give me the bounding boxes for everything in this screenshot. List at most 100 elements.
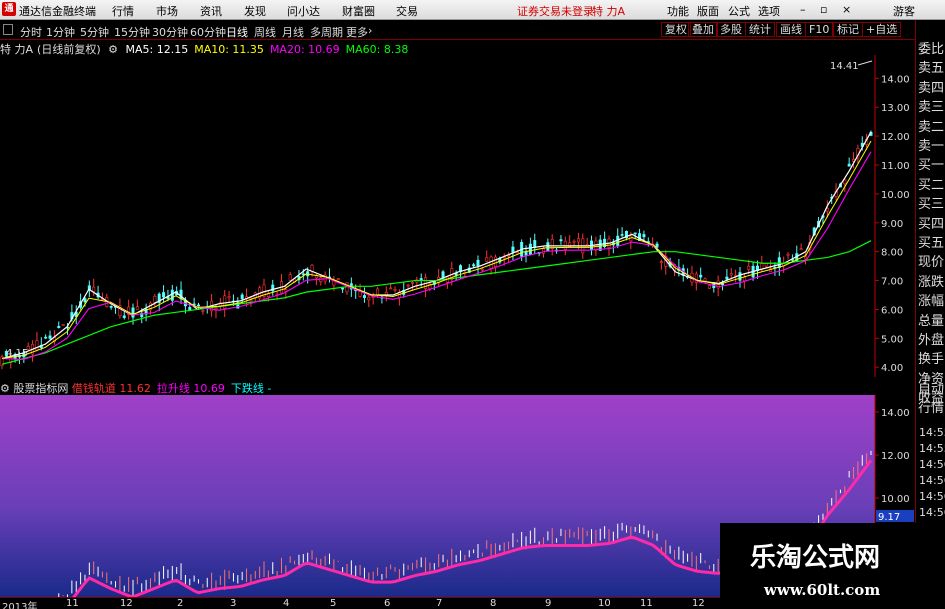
main-price-chart[interactable]: 14.00 13.00 12.00 11.00 10.00 9.00 8.00 7.00 6.0… (0, 55, 915, 377)
candle-body (367, 296, 371, 301)
candle-body (699, 274, 703, 278)
date-axis-label: 5 (330, 598, 337, 609)
candle-body (480, 268, 484, 271)
candle-body (764, 263, 768, 267)
quote-field-label: 行情 (918, 401, 945, 416)
quote-side-panel: 委比 卖五 卖四 卖三 卖二 卖一 买一 买二 买三 买四 买五 现价 涨跌 涨幅 总量 外盘 换手 净资 收益 自动… (915, 20, 945, 609)
menu-trade[interactable]: 交易 (396, 3, 418, 19)
period-tab-monthly[interactable]: 月线 (282, 24, 304, 40)
low-price-label: 4.15 (6, 348, 28, 359)
candle-body (301, 273, 305, 276)
menu-formula[interactable]: 公式 (728, 3, 750, 19)
date-axis-label: 10 (598, 598, 611, 609)
candle-body (227, 296, 231, 299)
candle-body (803, 256, 807, 260)
indicator-axis-label: 10.00 (881, 494, 910, 505)
period-tab-1min[interactable]: 1分钟 (46, 24, 75, 40)
indicator-axis-label: 14.00 (881, 408, 910, 419)
candle-body (541, 248, 545, 254)
quote-field-label: 卖一 (918, 139, 945, 154)
button-draw[interactable]: 画线 (776, 22, 806, 37)
button-adjust[interactable]: 复权 (661, 22, 691, 37)
period-tab-5min[interactable]: 5分钟 (80, 24, 109, 40)
period-tab-30min[interactable]: 30分钟 (152, 24, 188, 40)
candle-body (310, 264, 314, 272)
menu-discover[interactable]: 发现 (244, 3, 266, 19)
candle-body (92, 286, 96, 292)
price-axis-label: 5.00 (881, 334, 903, 345)
candle-body (44, 336, 48, 339)
button-multi-stock[interactable]: 多股 (716, 22, 746, 37)
ma20-line (1, 151, 872, 360)
candle-body (410, 282, 414, 284)
button-mark[interactable]: 标记 (833, 22, 863, 37)
candle-body (742, 277, 746, 281)
period-tab-15min[interactable]: 15分钟 (114, 24, 150, 40)
user-label[interactable]: 游客 (893, 3, 915, 19)
indicator-axis-label: 12.00 (881, 451, 910, 462)
candle-body (703, 278, 707, 282)
candle-body (476, 259, 480, 266)
quote-field-label: 涨跌 (918, 274, 945, 290)
candle-body (843, 179, 847, 185)
settings-gear-icon[interactable]: ⚙ (0, 382, 10, 395)
login-status[interactable]: 证券交易未登录 (517, 3, 594, 19)
quote-field-label: 现价 (918, 255, 945, 271)
menu-ask[interactable]: 问小达 (287, 3, 320, 19)
menu-functions[interactable]: 功能 (667, 3, 689, 19)
minimize-icon[interactable]: – (800, 3, 806, 16)
candle-body (576, 238, 580, 243)
menu-market[interactable]: 市场 (156, 3, 178, 19)
date-axis-label: 3 (230, 598, 237, 609)
period-tab-timeshare[interactable]: 分时 (20, 24, 42, 40)
high-price-label: 14.41 (830, 61, 859, 72)
period-tab-weekly[interactable]: 周线 (254, 24, 276, 40)
menu-options[interactable]: 选项 (758, 3, 780, 19)
watermark-title: 乐淘公式网 (750, 543, 881, 573)
price-axis-label: 13.00 (881, 103, 910, 114)
tick-time: 14:55 (919, 426, 945, 439)
chevron-right-icon[interactable]: › (368, 24, 372, 37)
candle-body (109, 306, 113, 308)
candle-body (319, 277, 323, 282)
close-icon[interactable]: × (842, 3, 851, 16)
button-add-watchlist[interactable]: +自选 (862, 22, 902, 37)
candle-body (135, 306, 139, 310)
date-axis-label: 9 (545, 598, 552, 609)
candle-body (847, 163, 851, 167)
candle-body (572, 240, 576, 243)
candle-body (642, 234, 646, 238)
quote-field-label: 委比 (918, 42, 945, 57)
candle-body (633, 232, 637, 235)
date-axis-label: 7 (436, 598, 443, 609)
candle-body (533, 240, 537, 248)
button-overlay[interactable]: 叠加 (688, 22, 718, 37)
candle-body (659, 261, 663, 263)
watermark-url: www.60lt.com (764, 581, 881, 599)
date-axis-label: 6 (384, 598, 391, 609)
current-stock-name: 特 力A (592, 5, 626, 18)
period-tab-more[interactable]: 更多 (346, 24, 368, 40)
candle-body (528, 243, 532, 255)
candle-body (201, 310, 205, 312)
button-f10[interactable]: F10 (805, 22, 834, 37)
price-axis-label: 8.00 (881, 248, 903, 259)
candle-body (61, 324, 65, 326)
period-tab-multi[interactable]: 多周期 (310, 24, 343, 40)
menu-bar: 通 通达信金融终端 行情 市场 资讯 发现 问小达 财富圈 交易 证券交易未登录… (0, 0, 945, 20)
menu-layout[interactable]: 版面 (697, 3, 719, 19)
button-stats[interactable]: 统计 (745, 22, 775, 37)
date-axis-label: 2 (177, 598, 184, 609)
panel-toggle-icon[interactable] (3, 24, 13, 35)
period-tab-daily[interactable]: 日线 (226, 24, 248, 40)
period-tab-60min[interactable]: 60分钟 (190, 24, 226, 40)
date-axis-label: 11 (66, 598, 79, 609)
menu-wealth[interactable]: 财富圈 (342, 3, 375, 19)
menu-quotes[interactable]: 行情 (112, 3, 134, 19)
candle-body (406, 284, 410, 287)
candle-body (747, 265, 751, 270)
candle-body (197, 304, 201, 307)
menu-news[interactable]: 资讯 (200, 3, 222, 19)
candle-body (559, 239, 563, 242)
restore-icon[interactable]: ▫ (820, 3, 827, 16)
